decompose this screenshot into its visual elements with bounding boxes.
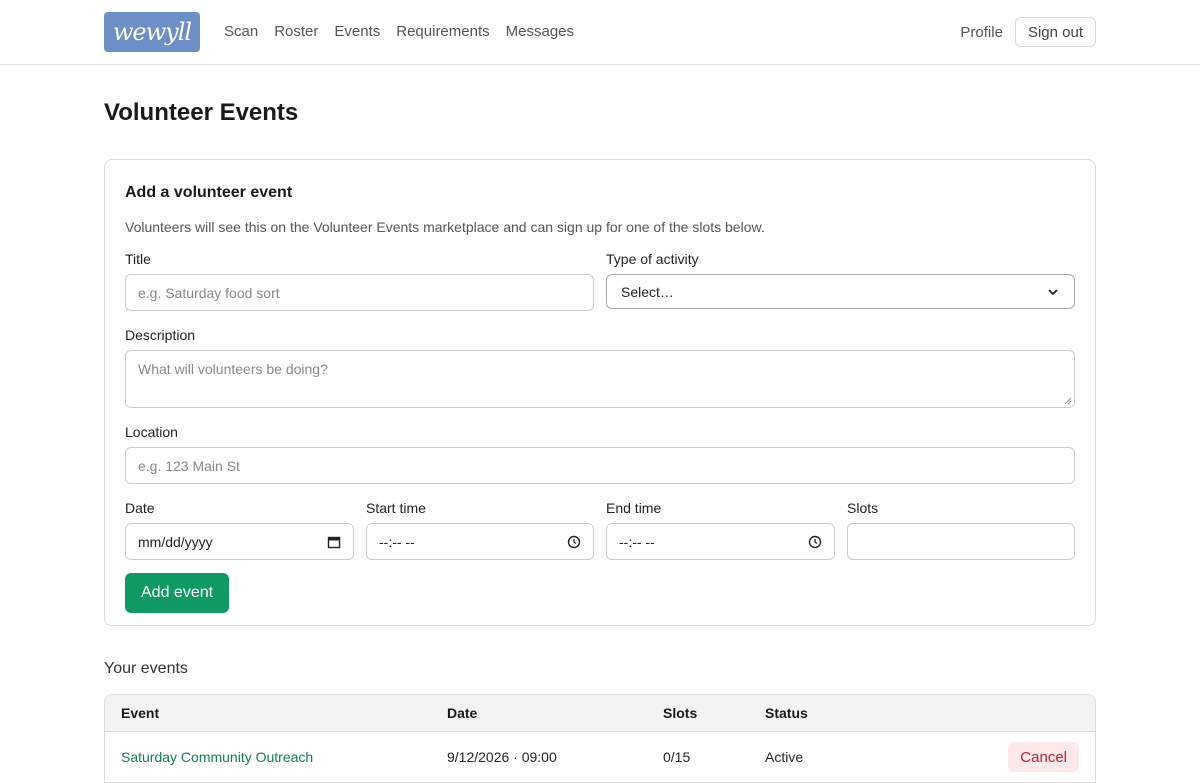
start-time-value: --:-- -- [379,533,415,550]
clock-icon[interactable] [567,535,581,549]
nav-right: Profile Sign out [960,17,1096,47]
activity-select[interactable]: Select… [606,274,1075,309]
form-heading: Add a volunteer event [125,184,293,201]
main-nav: Scan Roster Events Requirements Messages [224,12,590,52]
activity-label: Type of activity [606,251,699,267]
brand-logo-text: wewyll [112,18,192,46]
slots-input[interactable] [847,523,1075,560]
cancel-event-button[interactable]: Cancel [1008,742,1079,772]
column-header-status: Status [765,705,808,721]
end-time-value: --:-- -- [619,533,655,550]
main-content: Volunteer Events Add a volunteer event V… [104,65,1096,783]
chevron-down-icon [1048,288,1058,295]
description-placeholder: What will volunteers be doing? [138,361,328,377]
events-table-header: Event Date Slots Status [105,695,1095,732]
slots-label: Slots [847,500,879,516]
column-header-event: Event [121,705,160,721]
nav-link-roster[interactable]: Roster [274,12,318,52]
nav-link-requirements[interactable]: Requirements [396,12,489,52]
column-header-slots: Slots [663,705,698,721]
description-label: Description [125,327,196,343]
end-time-label: End time [606,500,662,516]
location-input[interactable]: e.g. 123 Main St [125,447,1075,484]
add-event-button[interactable]: Add event [125,573,230,613]
sign-out-button[interactable]: Sign out [1014,17,1096,47]
event-slots: 0/15 [663,749,691,765]
page-title: Volunteer Events [104,99,299,126]
title-label: Title [125,251,151,267]
location-label: Location [125,424,178,440]
nav-link-messages[interactable]: Messages [506,12,574,52]
form-help-text: Volunteers will see this on the Voluntee… [125,219,765,235]
clock-icon[interactable] [808,535,822,549]
resize-grip-icon[interactable] [1063,396,1072,405]
brand-logo[interactable]: wewyll [104,12,200,52]
event-link[interactable]: Saturday Community Outreach [121,749,313,765]
event-date: 9/12/2026 · 09:00 [447,749,557,765]
date-value: mm/dd/yyyy [138,533,213,550]
events-table: Event Date Slots Status Saturday Communi… [104,694,1096,783]
title-input[interactable]: e.g. Saturday food sort [125,274,594,311]
add-event-card: Add a volunteer event Volunteers will se… [104,159,1096,626]
description-textarea[interactable]: What will volunteers be doing? [125,350,1075,408]
calendar-icon[interactable] [327,535,341,549]
your-events-heading: Your events [104,660,188,677]
date-input[interactable]: mm/dd/yyyy [125,523,354,560]
date-label: Date [125,500,155,516]
start-time-label: Start time [366,500,426,516]
end-time-input[interactable]: --:-- -- [606,523,835,560]
start-time-input[interactable]: --:-- -- [366,523,594,560]
top-navbar: wewyll Scan Roster Events Requirements M… [0,0,1200,65]
nav-link-scan[interactable]: Scan [224,12,258,52]
profile-link[interactable]: Profile [960,24,1003,41]
table-row: Saturday Community Outreach 9/12/2026 · … [105,732,1095,782]
column-header-date: Date [447,705,478,721]
event-status: Active [765,749,804,765]
nav-link-events[interactable]: Events [334,12,380,52]
activity-select-value: Select… [621,283,674,300]
